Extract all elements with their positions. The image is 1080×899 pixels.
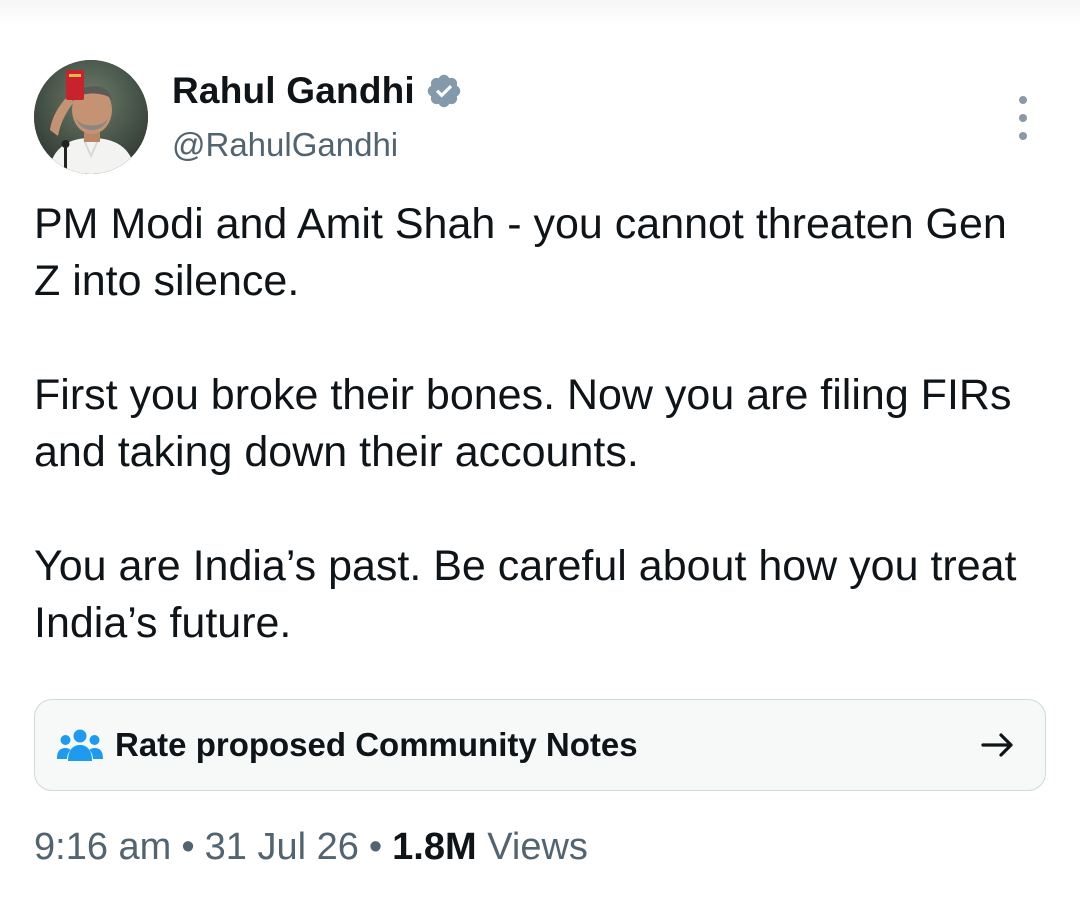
people-icon [57, 728, 103, 762]
separator: • [368, 826, 383, 868]
rate-community-notes-button[interactable]: Rate proposed Community Notes [34, 699, 1046, 791]
tweet-paragraph: PM Modi and Amit Shah - you cannot threa… [34, 200, 1007, 305]
tweet-body: PM Modi and Amit Shah - you cannot threa… [34, 196, 1044, 652]
author-display-name[interactable]: Rahul Gandhi [172, 70, 415, 112]
more-options-icon[interactable] [1004, 96, 1042, 140]
tweet-date[interactable]: 31 Jul 26 [205, 826, 359, 868]
arrow-right-icon [979, 726, 1017, 764]
community-notes-label: Rate proposed Community Notes [115, 726, 638, 763]
tweet-card: Rahul Gandhi @RahulGandhi PM Modi and Am… [0, 0, 1080, 899]
author-name-row: Rahul Gandhi [172, 66, 463, 116]
tweet-paragraph: First you broke their bones. Now you are… [34, 371, 1012, 476]
author-handle[interactable]: @RahulGandhi [172, 126, 398, 164]
tweet-meta: 9:16 am • 31 Jul 26 • 1.8M Views [34, 826, 588, 869]
tweet-time[interactable]: 9:16 am [34, 826, 171, 868]
top-divider [0, 0, 1080, 26]
avatar[interactable] [34, 60, 148, 174]
views-label: Views [487, 826, 588, 868]
dot [1019, 96, 1027, 104]
separator: • [181, 826, 195, 868]
dot [1019, 132, 1027, 140]
dot [1019, 114, 1027, 122]
views-count[interactable]: 1.8M [392, 826, 476, 868]
verified-badge-icon[interactable] [425, 72, 463, 110]
tweet-paragraph: You are India’s past. Be careful about h… [34, 542, 1017, 647]
